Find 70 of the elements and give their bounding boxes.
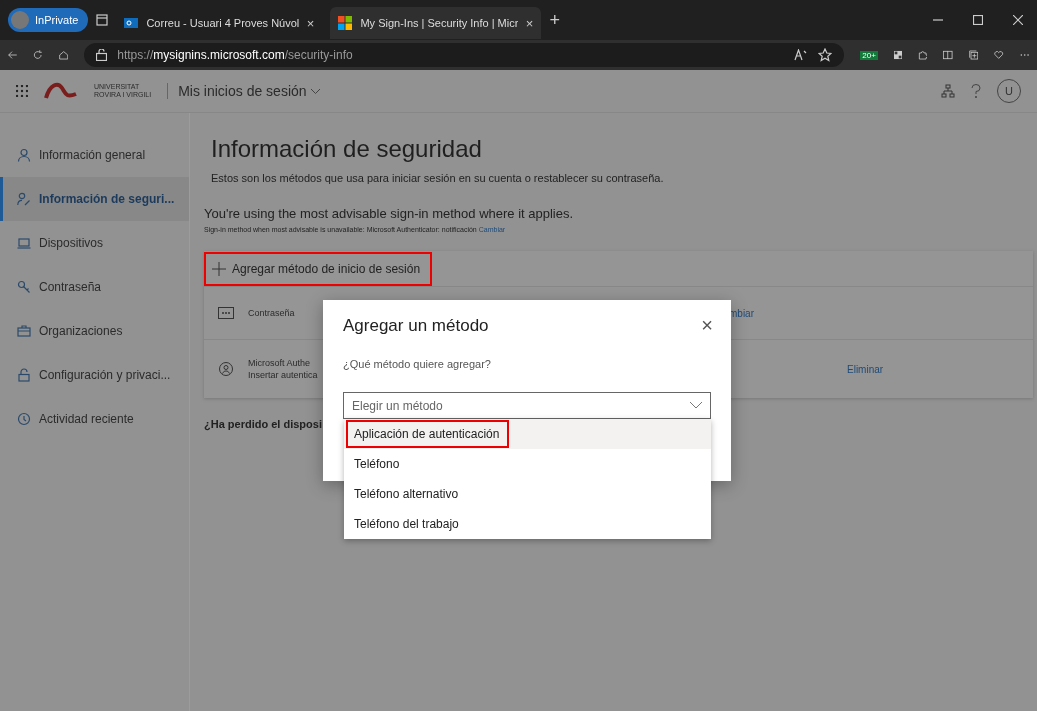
university-logo-icon xyxy=(44,82,78,100)
option-label: Teléfono alternativo xyxy=(353,486,460,503)
maximize-icon[interactable] xyxy=(973,15,983,25)
help-icon[interactable] xyxy=(971,84,981,98)
tab-close-button[interactable]: × xyxy=(306,15,315,31)
tab-close-button[interactable]: × xyxy=(525,15,534,31)
address-bar[interactable]: https://mysignins.microsoft.com/security-info xyxy=(84,43,845,67)
close-button[interactable]: × xyxy=(701,314,713,337)
mail-app-icon xyxy=(124,16,139,30)
plus-icon xyxy=(212,262,226,276)
browser-tab[interactable]: My Sign-Ins | Security Info | Micr × xyxy=(330,7,542,39)
app-launcher-icon[interactable] xyxy=(16,85,28,97)
chevron-down-icon[interactable] xyxy=(310,88,320,94)
lock-icon xyxy=(17,368,31,382)
sidebar-item[interactable]: Dispositivos xyxy=(0,221,189,265)
close-icon[interactable] xyxy=(1013,15,1023,25)
password-dots-icon xyxy=(218,307,234,319)
tab-title: My Sign-Ins | Security Info | Micr xyxy=(360,17,518,29)
more-icon[interactable] xyxy=(1019,53,1030,57)
lost-device-text: ¿Ha perdido el disposi xyxy=(204,418,323,430)
person-icon xyxy=(17,148,31,162)
method-action-link[interactable]: Eliminar xyxy=(847,363,884,375)
sidebar-item[interactable]: Información de seguri... xyxy=(0,177,189,221)
tab-actions-icon[interactable] xyxy=(96,14,109,26)
person-key-icon xyxy=(17,192,31,206)
home-icon[interactable] xyxy=(58,48,69,62)
key-icon xyxy=(17,280,31,294)
method-option[interactable]: Teléfono alternativo xyxy=(344,479,711,509)
split-screen-icon[interactable] xyxy=(943,49,953,61)
method-select[interactable]: Elegir un método xyxy=(343,392,711,419)
option-label: Aplicación de autenticación xyxy=(346,420,510,448)
dialog-title: Agregar un método xyxy=(343,316,489,336)
star-icon[interactable] xyxy=(818,48,833,62)
sidebar-item[interactable]: Configuración y privaci... xyxy=(0,353,189,397)
sidebar-item[interactable]: Información general xyxy=(0,133,189,177)
collections-icon[interactable] xyxy=(968,48,979,62)
method-name: Microsoft Authe xyxy=(248,358,311,368)
advisory-text: You're using the most advisable sign-in method where it applies. xyxy=(204,206,575,221)
add-method-button[interactable]: Agregar método de inicio de sesión xyxy=(204,252,433,286)
authenticator-icon xyxy=(218,361,234,377)
page-description: Estos son los métodos que usa para iniciar sesión en su cuenta o restablecer su contraseña. xyxy=(211,172,665,184)
back-arrow-icon[interactable] xyxy=(8,48,18,62)
method-option[interactable]: Teléfono del trabajo xyxy=(344,509,711,539)
url-text: https://mysignins.microsoft.com/security-info xyxy=(117,48,353,62)
dialog-question: ¿Qué método quiere agregar? xyxy=(343,358,491,370)
extension-badge[interactable]: 20+ xyxy=(860,50,878,60)
four-squares-logo-icon xyxy=(338,16,353,30)
page-title: Información de seguridad xyxy=(211,135,483,163)
briefcase-icon xyxy=(17,324,31,338)
new-tab-button[interactable]: + xyxy=(549,9,560,31)
app-title[interactable]: Mis inicios de sesión xyxy=(167,83,307,99)
refresh-icon[interactable] xyxy=(33,48,43,62)
profile-button[interactable]: InPrivate xyxy=(8,8,89,32)
method-option[interactable]: Aplicación de autenticación xyxy=(344,419,711,449)
sidebar-item[interactable]: Actividad reciente xyxy=(0,397,189,441)
option-label: Teléfono xyxy=(353,456,401,473)
history-icon xyxy=(17,412,31,426)
network-icon[interactable] xyxy=(941,84,955,98)
tab-title: Correu - Usuari 4 Proves Núvol xyxy=(146,17,299,29)
sidebar-item[interactable]: Contraseña xyxy=(0,265,189,309)
method-name: Contraseña xyxy=(248,308,295,318)
lock-icon xyxy=(96,49,108,61)
method-option[interactable]: Teléfono xyxy=(344,449,711,479)
option-label: Teléfono del trabajo xyxy=(353,516,460,533)
read-aloud-icon[interactable] xyxy=(794,49,809,61)
laptop-icon xyxy=(17,236,31,250)
method-detail: Insertar autentica xyxy=(248,370,318,380)
chevron-down-icon xyxy=(690,402,702,409)
browser-tab[interactable]: Correu - Usuari 4 Proves Núvol × xyxy=(116,7,323,39)
sidebar-item[interactable]: Organizaciones xyxy=(0,309,189,353)
